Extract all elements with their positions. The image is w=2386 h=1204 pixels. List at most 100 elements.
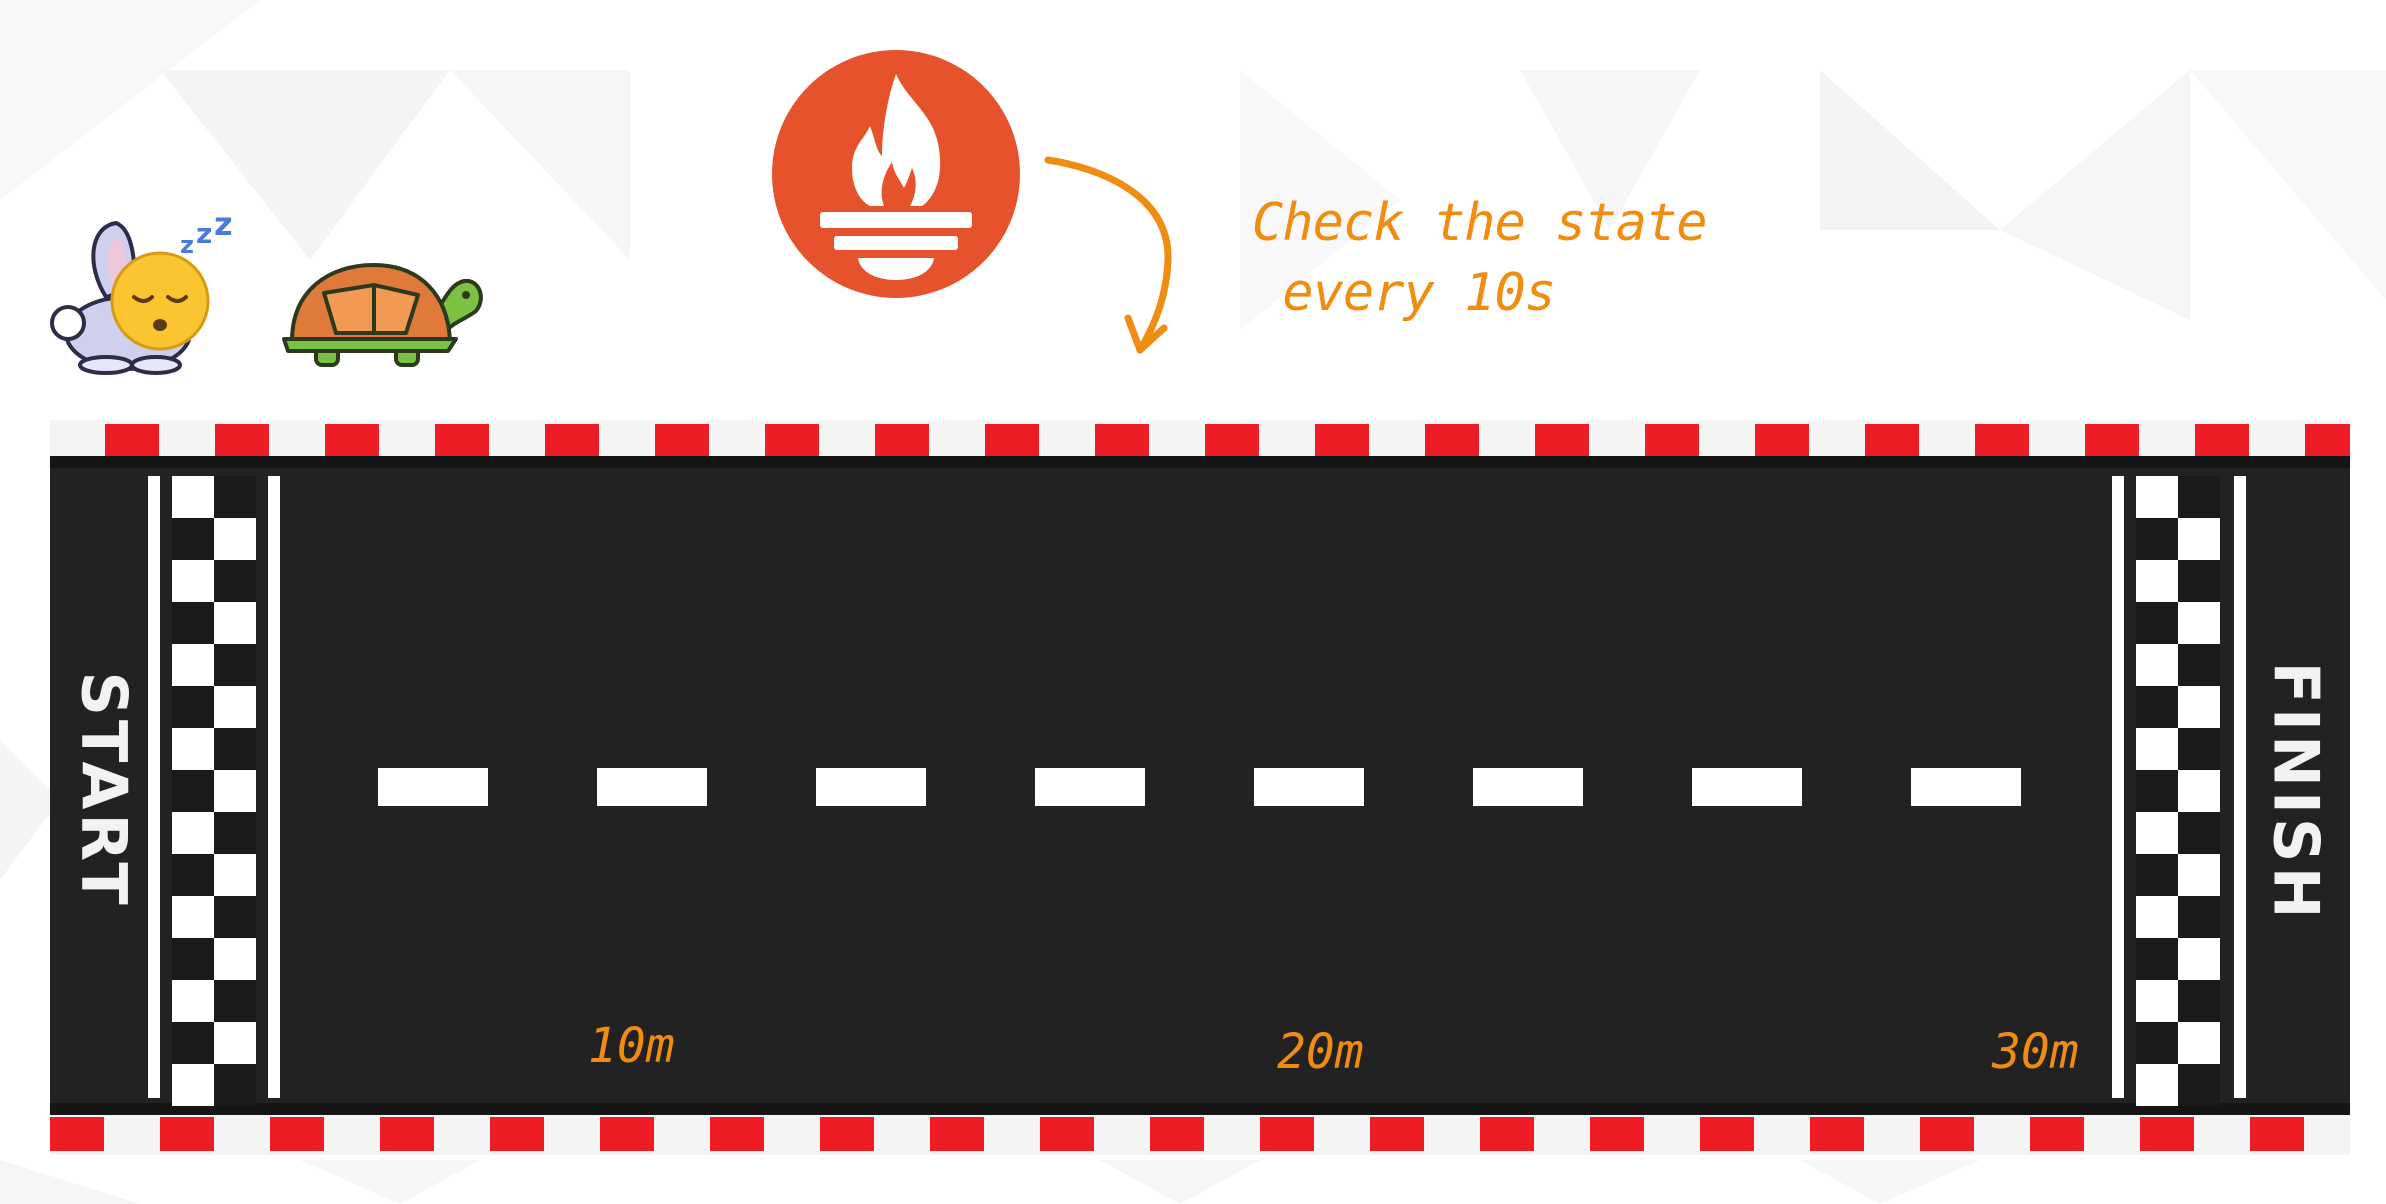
checkered-square [172,602,214,644]
checkered-square [2136,980,2178,1022]
checkered-square [2178,980,2220,1022]
checkered-square [172,1064,214,1106]
boundary-line [2112,476,2124,1098]
checkered-square [214,770,256,812]
checkered-square [172,770,214,812]
checkered-square [2178,1064,2220,1106]
curb-block [765,424,819,456]
checkered-square [2178,644,2220,686]
checkered-square [172,896,214,938]
curb-block [325,424,379,456]
checkered-square [2136,602,2178,644]
checkered-square [172,812,214,854]
track-edge [50,456,2350,468]
curb-block [1315,424,1369,456]
curb-block [2030,1117,2084,1151]
curb-block [2305,424,2350,456]
curb-block [2140,1117,2194,1151]
checkered-square [214,728,256,770]
lane-dash [1911,768,2021,806]
checkered-square [172,980,214,1022]
curb-block [820,1117,874,1151]
curb-block [490,1117,544,1151]
checkered-square [2178,518,2220,560]
curb-block [1370,1117,1424,1151]
curb-block [1260,1117,1314,1151]
checkered-square [2178,896,2220,938]
curb-block [710,1117,764,1151]
checkered-square [2136,770,2178,812]
curb-block [2085,424,2139,456]
curb-block [1205,424,1259,456]
lane-dash [378,768,488,806]
curb-block [380,1117,434,1151]
boundary-line [148,476,160,1098]
curb-block [1920,1117,1974,1151]
lane-dash [1035,768,1145,806]
lane-dash [1692,768,1802,806]
curb-block [1095,424,1149,456]
lane-dash [816,768,926,806]
sleeping-rabbit-icon: z z z [50,205,233,375]
curb-block [435,424,489,456]
curb-block [105,424,159,456]
checkered-square [214,938,256,980]
checkered-square [2136,854,2178,896]
curb-block [1755,424,1809,456]
finish-label: FINISH [2259,661,2333,923]
checkered-square [2136,1022,2178,1064]
checkered-square [172,938,214,980]
curb-block [1975,424,2029,456]
checkered-square [214,602,256,644]
annotation-line-2: every 10s [1252,263,1556,323]
checkered-square [172,644,214,686]
checkered-square [2136,644,2178,686]
curb-block [1535,424,1589,456]
curb-block [655,424,709,456]
checkered-square [214,686,256,728]
checkered-square [172,476,214,518]
curb-block [215,424,269,456]
curb-block [1150,1117,1204,1151]
checkered-square [2178,686,2220,728]
start-label: START [67,671,141,909]
curb-block [1700,1117,1754,1151]
checkered-square [2178,938,2220,980]
checkered-square [172,854,214,896]
checkered-square [2136,518,2178,560]
curb-block [2250,1117,2304,1151]
curb-block [545,424,599,456]
curb-block [930,1117,984,1151]
distance-marker-30m: 30m [1992,1024,2079,1080]
prometheus-logo-icon [772,50,1020,298]
turtle-icon [282,263,483,367]
boundary-line [2234,476,2246,1098]
checkered-square [2178,728,2220,770]
checkered-square [2178,854,2220,896]
curb-block [1480,1117,1534,1151]
checkered-square [2136,476,2178,518]
checkered-square [2178,602,2220,644]
annotation-text: Check the state every 10s [1252,188,1772,328]
checkered-square [2178,812,2220,854]
checkered-square [214,476,256,518]
boundary-line [268,476,280,1098]
svg-text:z: z [180,231,194,259]
checkered-square [2136,896,2178,938]
curb-block [985,424,1039,456]
curb-block [875,424,929,456]
checkered-square [2178,560,2220,602]
checkered-square [2178,476,2220,518]
curb-block [160,1117,214,1151]
lane-dash [1254,768,1364,806]
checkered-square [214,1064,256,1106]
checkered-square [214,980,256,1022]
checkered-square [2136,686,2178,728]
checkered-square [2136,728,2178,770]
distance-marker-20m: 20m [1277,1024,1364,1080]
checkered-square [214,560,256,602]
curb-block [50,1117,104,1151]
checkered-square [214,854,256,896]
curb-block [1590,1117,1644,1151]
checkered-square [214,518,256,560]
